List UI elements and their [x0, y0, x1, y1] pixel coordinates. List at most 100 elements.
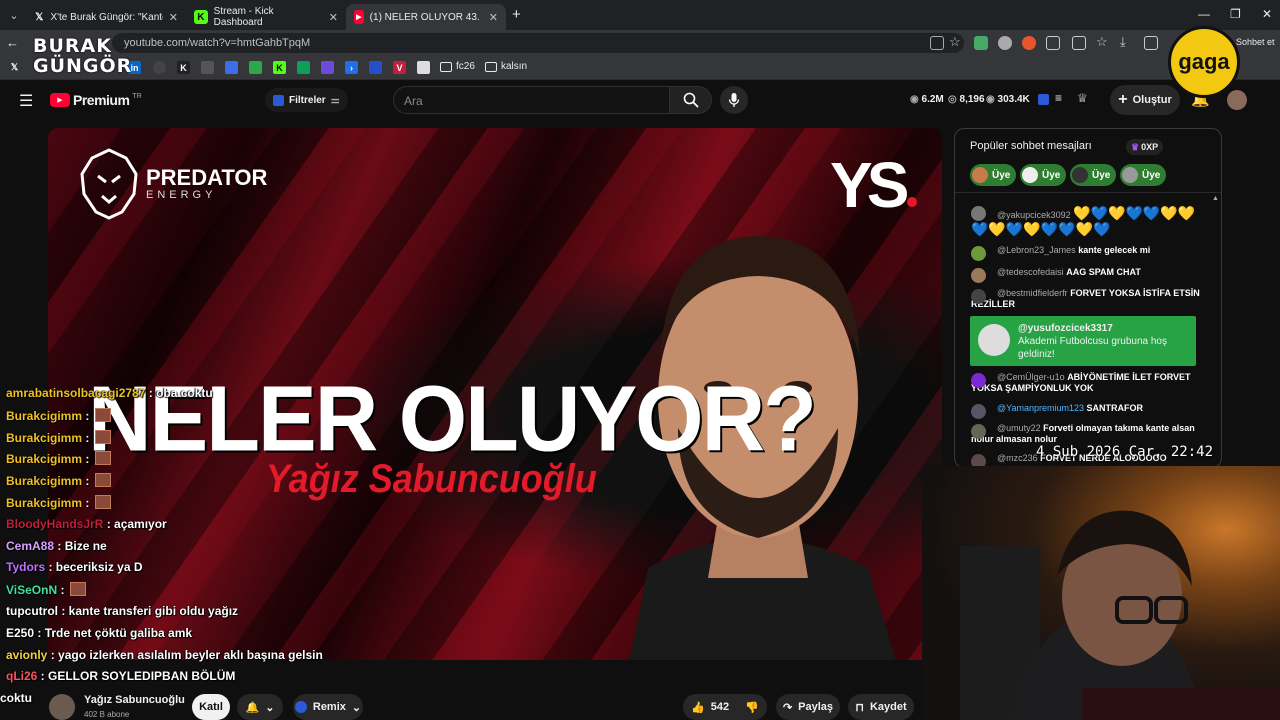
- scroll-up-icon[interactable]: ▲: [1212, 195, 1219, 202]
- avatar[interactable]: [1227, 90, 1247, 110]
- chat-author[interactable]: @tedescofedaisi: [997, 267, 1064, 277]
- chat-author[interactable]: @yusufozcicek3317: [1018, 322, 1188, 335]
- member-badge[interactable]: Üye: [1070, 164, 1117, 186]
- chat-author[interactable]: @mzc236: [997, 453, 1038, 463]
- bookmark-icon[interactable]: [201, 61, 214, 74]
- chat-author[interactable]: @umuty22: [997, 423, 1041, 433]
- docs-bookmark-icon[interactable]: [225, 61, 238, 74]
- chat-message: @tedescofedaisi AAG SPAM CHAT: [971, 267, 1201, 283]
- youtube-premium-logo[interactable]: ▶ Premium TR: [50, 92, 142, 108]
- stat-value: 6.2M: [921, 94, 944, 105]
- stat-value: 8,196: [959, 94, 985, 105]
- stat-views: ◉ 6.2M: [910, 94, 944, 105]
- search-input[interactable]: Ara: [393, 86, 670, 114]
- sohbet-label[interactable]: Sohbet et: [1236, 37, 1275, 47]
- bookmark-folder-kalsin[interactable]: kalsın: [485, 61, 527, 72]
- filters-button[interactable]: Filtreler ⚌: [265, 88, 348, 112]
- like-count[interactable]: 542: [711, 701, 729, 713]
- download-icon[interactable]: ⤓: [1120, 34, 1126, 50]
- sheets-bookmark-icon[interactable]: [297, 61, 310, 74]
- tab-search-icon[interactable]: ⌄: [5, 6, 23, 24]
- bookmark-icon[interactable]: V: [393, 61, 406, 74]
- member-badge[interactable]: Üye: [1020, 164, 1067, 186]
- bookmark-folder-fc26[interactable]: fc26: [440, 61, 475, 72]
- list-icon[interactable]: ≡: [1055, 91, 1062, 105]
- create-button[interactable]: + Oluştur: [1110, 85, 1180, 115]
- bookmark-icon[interactable]: ›: [345, 61, 358, 74]
- create-label: Oluştur: [1132, 94, 1172, 106]
- extension-icon[interactable]: [998, 36, 1012, 50]
- chat-title[interactable]: Popüler sohbet mesajları: [970, 140, 1092, 152]
- close-icon[interactable]: ✕: [169, 11, 178, 24]
- avatar: [1072, 167, 1088, 183]
- chat-text: Akademi Futbolcusu grubuna hoş geldiniz!: [1018, 336, 1167, 360]
- favorites-icon[interactable]: ☆: [1096, 34, 1108, 50]
- browser-tab[interactable]: K Stream - Kick Dashboard ✕: [186, 4, 346, 30]
- gaga-text: gaga: [1178, 49, 1230, 74]
- drive-bookmark-icon[interactable]: [249, 61, 262, 74]
- screenshot-icon[interactable]: [1144, 36, 1158, 50]
- x-bookmark-icon[interactable]: 𝕏: [8, 61, 21, 74]
- bookmark-icon[interactable]: [417, 61, 430, 74]
- trophy-icon[interactable]: ♕: [1077, 91, 1088, 105]
- split-view-icon[interactable]: [1072, 36, 1086, 50]
- chat-author[interactable]: @yakupcicek3092: [997, 210, 1071, 220]
- chat-header: Popüler sohbet mesajları ♛ 0XP Üye Üye Üy…: [955, 129, 1221, 193]
- install-app-icon[interactable]: [930, 36, 944, 50]
- maximize-icon[interactable]: ❐: [1230, 7, 1241, 21]
- join-button[interactable]: Katıl: [192, 694, 230, 720]
- streamer-logo: BURAK GÜNGÖR: [33, 36, 131, 80]
- overlay-chat-user: qLi26: [6, 669, 38, 684]
- close-icon[interactable]: ✕: [489, 11, 498, 24]
- minimize-icon[interactable]: —: [1198, 7, 1210, 21]
- member-join-message: @yusufozcicek3317 Akademi Futbolcusu gru…: [970, 316, 1196, 366]
- sliders-icon: ⚌: [330, 94, 340, 106]
- chat-author[interactable]: @Lebron23_James: [997, 245, 1076, 255]
- remix-button[interactable]: Remix ⌄: [293, 694, 363, 720]
- member-badge[interactable]: Üye: [970, 164, 1017, 186]
- save-button[interactable]: ⊓ Kaydet: [848, 694, 914, 720]
- xp-badge[interactable]: ♛ 0XP: [1126, 139, 1164, 155]
- hamburger-menu-icon[interactable]: ☰: [19, 91, 33, 111]
- overlay-chat-line: E250 : Trde net çöktü galiba amk: [6, 626, 192, 640]
- chat-author[interactable]: @Yamanpremium123: [997, 403, 1084, 413]
- overlay-chat-user: Tydors: [6, 560, 46, 575]
- extension-icon[interactable]: [1022, 36, 1036, 50]
- new-tab-icon[interactable]: +: [512, 6, 521, 23]
- browser-tab[interactable]: 𝕏 X'te Burak Güngör: "Kante transfe ✕: [26, 4, 186, 30]
- chat-author[interactable]: @CemÜlger-u1o: [997, 372, 1065, 382]
- extension-icon[interactable]: [974, 36, 988, 50]
- overlay-chat-user: avionly: [6, 647, 48, 662]
- url-field[interactable]: youtube.com/watch?v=hmtGahbTpqM: [112, 33, 964, 53]
- bookmark-icon[interactable]: [369, 61, 382, 74]
- overlay-chat-line: Burakcigimm :: [6, 495, 111, 510]
- avatar: [971, 289, 986, 304]
- search-button[interactable]: [670, 86, 712, 114]
- member-badge[interactable]: Üye: [1120, 164, 1167, 186]
- bookmark-icon[interactable]: [153, 61, 166, 74]
- thumbs-up-icon[interactable]: 👍: [691, 701, 705, 714]
- channel-avatar[interactable]: [49, 694, 75, 720]
- subscribe-bell-button[interactable]: 🔔 ⌄: [237, 694, 283, 720]
- close-icon[interactable]: ✕: [329, 11, 338, 24]
- thumbs-down-icon[interactable]: 👎: [745, 701, 759, 714]
- kick-bookmark-icon[interactable]: K: [273, 61, 286, 74]
- bookmark-icon[interactable]: K: [177, 61, 190, 74]
- star-icon[interactable]: ☆: [949, 34, 961, 50]
- folder-label: fc26: [456, 61, 475, 72]
- extension-icon[interactable]: [1038, 94, 1049, 105]
- avatar: [1122, 167, 1138, 183]
- chat-author[interactable]: @bestmidfielderfr: [997, 288, 1068, 298]
- bookmark-icon[interactable]: [321, 61, 334, 74]
- voice-search-button[interactable]: [720, 86, 748, 114]
- avatar: [971, 268, 986, 283]
- join-label: Katıl: [199, 701, 223, 713]
- badge-label: Üye: [1092, 169, 1111, 181]
- channel-name[interactable]: Yağız Sabuncuoğlu: [84, 694, 185, 706]
- stat-subs: ◉ 303.4K: [986, 94, 1030, 105]
- back-arrow-icon[interactable]: ←: [6, 35, 19, 50]
- share-button[interactable]: ↷ Paylaş: [776, 694, 840, 720]
- browser-tab-active[interactable]: ▶ (1) NELER OLUYOR 43. BÖLÜM - Y ✕: [346, 4, 506, 30]
- close-window-icon[interactable]: ✕: [1262, 7, 1272, 21]
- puzzle-icon[interactable]: [1046, 36, 1060, 50]
